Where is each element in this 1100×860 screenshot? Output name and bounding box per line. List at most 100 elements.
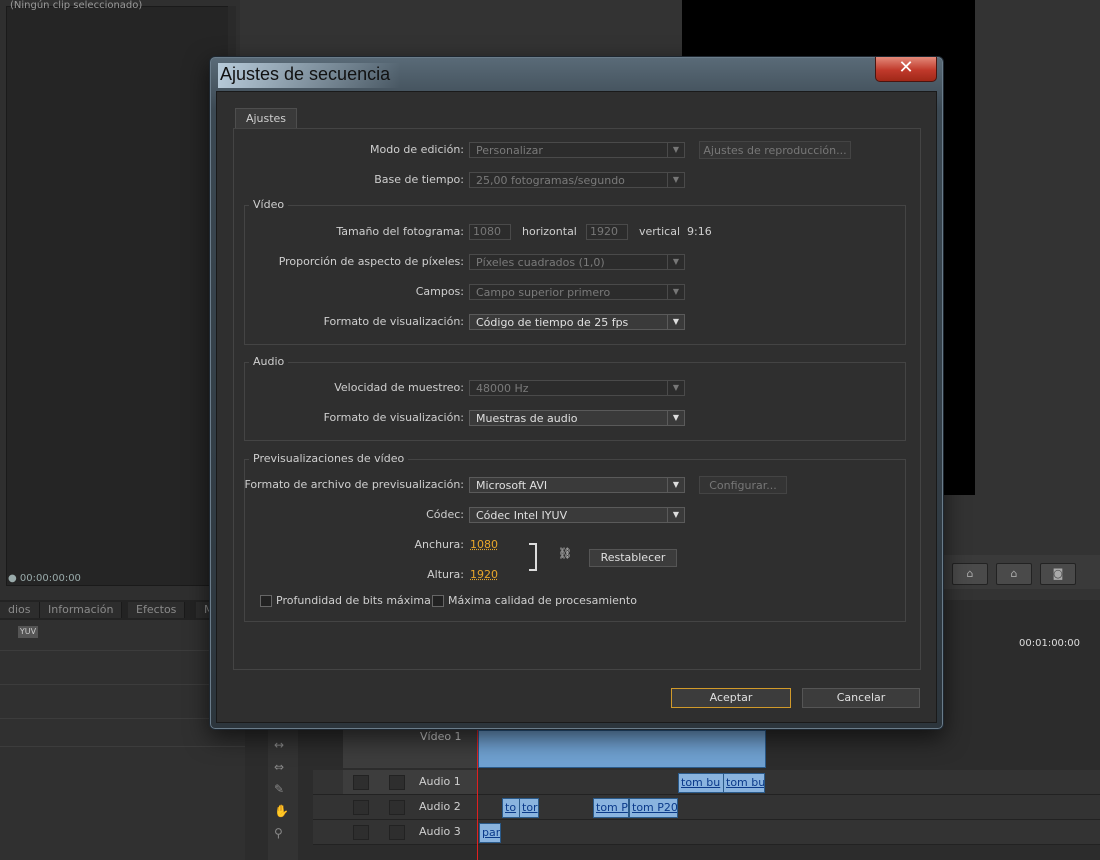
codec-label: Códec:: [426, 508, 464, 521]
max-bit-depth-label: Profundidad de bits máxima: [276, 594, 431, 607]
sample-rate-label: Velocidad de muestreo:: [334, 381, 464, 394]
preview-file-format-select[interactable]: Microsoft AVI ▼: [469, 477, 685, 493]
track-name: Audio 2: [419, 800, 461, 813]
sample-rate-value: 48000 Hz: [476, 382, 529, 395]
pen-tool-icon[interactable]: ✎: [274, 782, 292, 796]
tools-panel: ↔ ⇔ ✎ ✋ ⚲: [268, 730, 298, 860]
track-audio-2: Audio 2: [313, 795, 1100, 820]
lift-icon[interactable]: ⌂: [952, 563, 988, 585]
video-track-header: Vídeo 1: [343, 728, 478, 768]
ok-button[interactable]: Aceptar: [671, 688, 791, 708]
track-audio-3: Audio 3: [313, 820, 1100, 845]
audio-display-format-select[interactable]: Muestras de audio ▼: [469, 410, 685, 426]
settings-tab-pane: Modo de edición: Personalizar ▼ Ajustes …: [233, 128, 921, 670]
video-display-format-value: Código de tiempo de 25 fps: [476, 316, 629, 329]
close-icon: ✕: [898, 57, 914, 78]
vertical-label: vertical: [639, 225, 681, 238]
edit-mode-select[interactable]: Personalizar ▼: [469, 142, 685, 158]
track-lock[interactable]: [389, 825, 405, 840]
track-toggle[interactable]: [353, 825, 369, 840]
cancel-button[interactable]: Cancelar: [802, 688, 920, 708]
sequence-settings-dialog: Ajustes de secuencia ✕ Ajustes Modo de e…: [209, 56, 944, 730]
track-lock[interactable]: [389, 800, 405, 815]
edit-mode-label: Modo de edición:: [370, 143, 464, 156]
max-render-quality-checkbox[interactable]: [432, 595, 444, 607]
timebase-select[interactable]: 25,00 fotogramas/segundo ▼: [469, 172, 685, 188]
chevron-down-icon: ▼: [667, 285, 684, 299]
par-label: Proporción de aspecto de píxeles:: [278, 255, 464, 268]
audio-group: [244, 362, 906, 441]
chevron-down-icon: ▼: [667, 173, 684, 187]
project-panel-tabs: dios Información Efectos M: [0, 600, 240, 620]
reset-button[interactable]: Restablecer: [589, 549, 677, 567]
tab-information[interactable]: Información: [40, 602, 123, 618]
audio-clip[interactable]: tom bu: [723, 773, 765, 793]
max-render-quality-label: Máxima calidad de procesamiento: [448, 594, 637, 607]
frame-height-input[interactable]: 1920: [586, 224, 628, 240]
chevron-down-icon: ▼: [667, 478, 684, 492]
track-lock[interactable]: [389, 775, 405, 790]
timeline-ruler[interactable]: 00:01:00:00: [960, 635, 1100, 653]
source-timecode: ● 00:00:00:00: [8, 573, 81, 584]
edit-mode-value: Personalizar: [476, 144, 543, 157]
audio-display-format-value: Muestras de audio: [476, 412, 578, 425]
zoom-tool-icon[interactable]: ⚲: [274, 826, 292, 840]
audio-clip[interactable]: tom P20:: [629, 798, 678, 818]
extract-icon[interactable]: ⌂: [996, 563, 1032, 585]
timebase-label: Base de tiempo:: [374, 173, 464, 186]
par-value: Píxeles cuadrados (1,0): [476, 256, 605, 269]
aspect-ratio-label: 9:16: [687, 225, 712, 238]
preview-width-value[interactable]: 1080: [470, 538, 498, 551]
hand-tool-icon[interactable]: ✋: [274, 804, 292, 818]
chevron-down-icon: ▼: [667, 508, 684, 522]
chevron-down-icon: ▼: [667, 381, 684, 395]
slide-tool-icon[interactable]: ⇔: [274, 760, 292, 774]
preview-height-value[interactable]: 1920: [470, 568, 498, 581]
timebase-value: 25,00 fotogramas/segundo: [476, 174, 625, 187]
video-display-format-label: Formato de visualización:: [323, 315, 464, 328]
close-button[interactable]: ✕: [875, 57, 937, 82]
audio-clip[interactable]: pan: [479, 823, 501, 843]
tab-dios[interactable]: dios: [0, 602, 40, 618]
preview-width-label: Anchura:: [414, 538, 464, 551]
chevron-down-icon: ▼: [667, 315, 684, 329]
playback-settings-button[interactable]: Ajustes de reproducción...: [699, 141, 851, 159]
previews-group-title: Previsualizaciones de vídeo: [249, 452, 409, 465]
dialog-client: Ajustes Modo de edición: Personalizar ▼ …: [216, 91, 937, 723]
track-name: Audio 3: [419, 825, 461, 838]
chain-link-icon[interactable]: ⛓: [558, 547, 572, 560]
audio-clip[interactable]: to: [502, 798, 520, 818]
divider: [0, 746, 245, 747]
audio-clip[interactable]: tom P: [593, 798, 629, 818]
ruler-timecode: 00:01:00:00: [1019, 638, 1081, 649]
preview-height-label: Altura:: [427, 568, 464, 581]
video-display-format-select[interactable]: Código de tiempo de 25 fps ▼: [469, 314, 685, 330]
audio-clip[interactable]: tor: [519, 798, 539, 818]
track-toggle[interactable]: [353, 800, 369, 815]
source-panel: (Ningún clip seleccionado) ● 00:00:00:00: [0, 0, 240, 600]
par-select[interactable]: Píxeles cuadrados (1,0) ▼: [469, 254, 685, 270]
link-bracket: [529, 543, 537, 571]
source-clip-header: (Ningún clip seleccionado): [10, 0, 143, 11]
playhead[interactable]: [477, 725, 478, 860]
camera-icon[interactable]: ◙: [1040, 563, 1076, 585]
slip-tool-icon[interactable]: ↔: [274, 738, 292, 752]
chevron-down-icon: ▼: [667, 255, 684, 269]
max-bit-depth-checkbox[interactable]: [260, 595, 272, 607]
frame-width-input[interactable]: 1080: [469, 224, 511, 240]
audio-display-format-label: Formato de visualización:: [323, 411, 464, 424]
audio-clip[interactable]: tom bu: [678, 773, 724, 793]
monitor-toolbar: ⌂ ⌂ ◙: [940, 555, 1100, 589]
dialog-title: Ajustes de secuencia: [218, 63, 401, 88]
video-clip-strip[interactable]: [478, 730, 766, 768]
horizontal-label: horizontal: [522, 225, 577, 238]
codec-select[interactable]: Códec Intel IYUV ▼: [469, 507, 685, 523]
fields-select[interactable]: Campo superior primero ▼: [469, 284, 685, 300]
fields-label: Campos:: [415, 285, 464, 298]
track-toggle[interactable]: [353, 775, 369, 790]
tab-ajustes[interactable]: Ajustes: [235, 108, 297, 129]
sample-rate-select[interactable]: 48000 Hz ▼: [469, 380, 685, 396]
tab-effects[interactable]: Efectos: [128, 602, 186, 618]
configure-button[interactable]: Configurar...: [699, 476, 787, 494]
video-track-name: Vídeo 1: [420, 730, 462, 743]
